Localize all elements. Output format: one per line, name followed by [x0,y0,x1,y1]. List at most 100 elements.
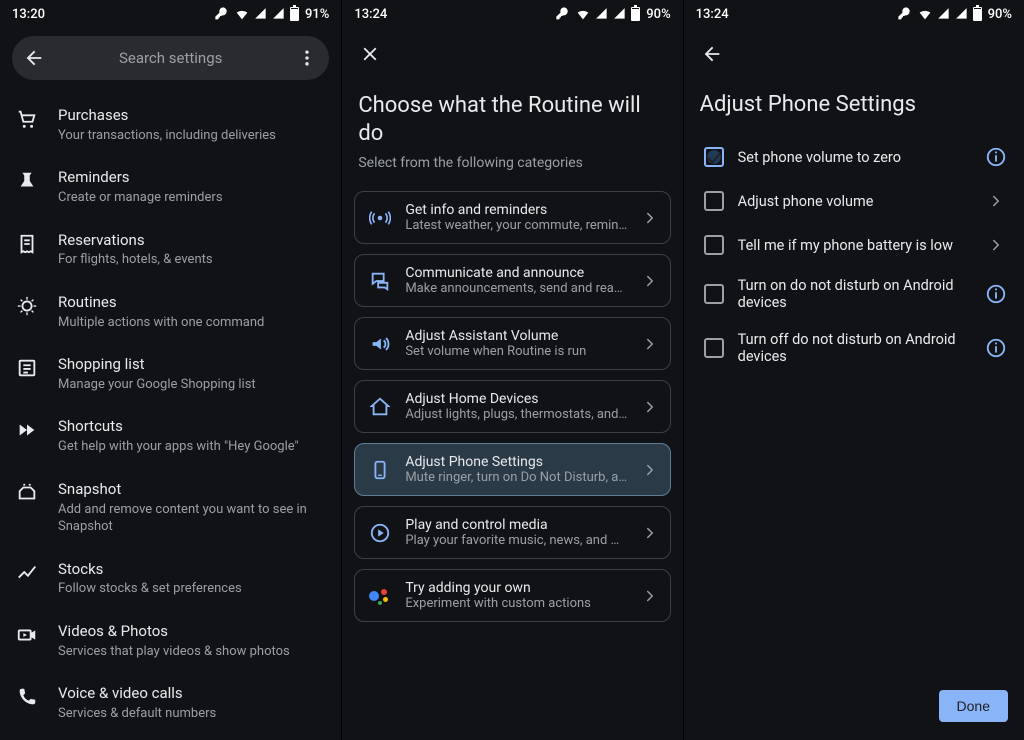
more-button[interactable] [295,48,319,68]
list-icon [14,355,40,379]
item-subtitle: Get help with your apps with "Hey Google… [58,438,325,456]
card-title: Play and control media [405,517,627,533]
info-icon [985,283,1007,305]
status-time: 13:24 [354,7,387,22]
battery-icon [631,7,640,21]
category-card[interactable]: Try adding your own Experiment with cust… [354,569,670,622]
card-title: Communicate and announce [405,265,627,281]
item-subtitle: Follow stocks & set preferences [58,580,325,598]
battery-percent: 90% [646,7,670,22]
checkbox[interactable] [704,235,724,255]
option-row[interactable]: Set phone volume to zero [688,135,1020,179]
item-title: Videos & Photos [58,622,325,641]
item-title: Purchases [58,106,325,125]
routine-categories-panel: 13:24 90% Choose what the Routine will d… [341,0,682,740]
back-button[interactable] [22,47,46,69]
signal-icon [254,7,268,21]
item-title: Stocks [58,560,325,579]
item-title: Snapshot [58,480,325,499]
checkbox[interactable] [704,338,724,358]
item-title: Routines [58,293,325,312]
signal-icon [613,7,627,21]
close-button[interactable] [356,40,384,68]
status-icons: 90% [555,6,670,22]
category-card[interactable]: Play and control media Play your favorit… [354,506,670,559]
card-subtitle: Latest weather, your commute, remin… [405,218,627,233]
status-bar: 13:20 91% [0,0,341,26]
phone-settings-icon [369,459,391,481]
header [684,26,1024,68]
item-subtitle: For flights, hotels, & events [58,251,325,269]
back-button[interactable] [698,40,726,68]
done-button[interactable]: Done [939,690,1008,722]
settings-item[interactable]: Routines Multiple actions with one comma… [0,281,341,343]
status-bar: 13:24 90% [342,0,682,26]
wifi-icon [917,6,933,22]
category-card[interactable]: Adjust Phone Settings Mute ringer, turn … [354,443,670,496]
back-arrow-icon [701,43,723,65]
battery-icon [973,7,982,21]
status-bar: 13:24 90% [684,0,1024,26]
chevron-right-icon [640,524,660,542]
settings-list: Purchases Your transactions, including d… [0,90,341,739]
item-title: Voice & video calls [58,684,325,703]
status-icons: 90% [897,6,1012,22]
card-subtitle: Adjust lights, plugs, thermostats, and … [405,407,627,422]
info-button[interactable] [984,337,1008,359]
battery-percent: 90% [988,7,1012,22]
chevron-right-icon [640,587,660,605]
settings-item[interactable]: Reservations For flights, hotels, & even… [0,219,341,281]
chevron-right-icon [640,335,660,353]
option-row[interactable]: Turn off do not disturb on Android devic… [688,321,1020,375]
info-button[interactable] [984,146,1008,168]
settings-item[interactable]: Snapshot Add and remove content you want… [0,468,341,548]
settings-item[interactable]: Videos & Photos Services that play video… [0,610,341,672]
search-bar[interactable]: Search settings [12,36,329,80]
card-title: Adjust Assistant Volume [405,328,627,344]
card-title: Get info and reminders [405,202,627,218]
expand-button[interactable] [984,192,1008,210]
options-list: Set phone volume to zero Adjust phone vo… [684,135,1024,375]
item-subtitle: Manage your Google Shopping list [58,376,325,394]
phone-settings-panel: 13:24 90% Adjust Phone Settings Set phon… [683,0,1024,740]
vpn-key-icon [897,6,913,22]
option-row[interactable]: Adjust phone volume [688,179,1020,223]
info-icon [985,337,1007,359]
checkbox[interactable] [704,284,724,304]
category-card[interactable]: Adjust Assistant Volume Set volume when … [354,317,670,370]
expand-button[interactable] [984,236,1008,254]
item-title: Reservations [58,231,325,250]
category-card[interactable]: Get info and reminders Latest weather, y… [354,191,670,244]
routines-icon [14,293,40,317]
category-card[interactable]: Adjust Home Devices Adjust lights, plugs… [354,380,670,433]
option-row[interactable]: Tell me if my phone battery is low [688,223,1020,267]
settings-item[interactable]: Shopping list Manage your Google Shoppin… [0,343,341,405]
page-subtitle: Select from the following categories [342,153,682,185]
status-time: 13:24 [696,7,729,22]
play-icon [369,522,391,544]
settings-list-panel: 13:20 91% Search settings Purchases Your… [0,0,341,740]
option-label: Turn on do not disturb on Android device… [738,277,970,311]
category-card[interactable]: Communicate and announce Make announceme… [354,254,670,307]
settings-item[interactable]: Shortcuts Get help with your apps with "… [0,405,341,467]
item-subtitle: Add and remove content you want to see i… [58,501,325,536]
settings-item[interactable]: Reminders Create or manage reminders [0,156,341,218]
item-title: Reminders [58,168,325,187]
settings-item[interactable]: Purchases Your transactions, including d… [0,94,341,156]
stocks-icon [14,560,40,584]
checkbox[interactable] [704,147,724,167]
settings-item[interactable]: Stocks Follow stocks & set preferences [0,548,341,610]
checkbox[interactable] [704,191,724,211]
settings-item[interactable]: Voice & video calls Services & default n… [0,672,341,734]
reminder-icon [14,168,40,192]
option-label: Tell me if my phone battery is low [738,237,970,254]
shortcuts-icon [14,417,40,441]
card-subtitle: Mute ringer, turn on Do Not Disturb, a… [405,470,627,485]
wifi-icon [575,6,591,22]
card-subtitle: Set volume when Routine is run [405,344,627,359]
card-title: Adjust Phone Settings [405,454,627,470]
search-input[interactable]: Search settings [46,49,295,67]
info-button[interactable] [984,283,1008,305]
option-row[interactable]: Turn on do not disturb on Android device… [688,267,1020,321]
vpn-key-icon [214,6,230,22]
